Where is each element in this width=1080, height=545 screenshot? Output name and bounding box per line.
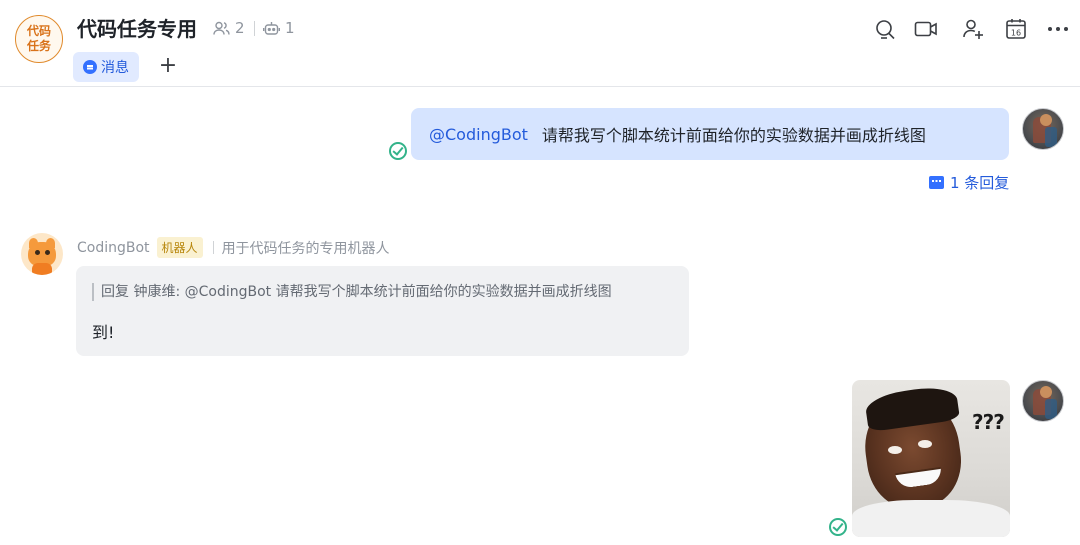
user-message-text: 请帮我写个脚本统计前面给你的实验数据并画成折线图 — [541, 126, 926, 145]
sender-divider — [212, 241, 214, 254]
sticker-question-marks: ??? — [972, 410, 1005, 434]
reply-quote[interactable]: 回复 钟康维: @CodingBot 请帮我写个脚本统计前面给你的实验数据并画成… — [92, 283, 612, 301]
message-tab-icon — [83, 60, 97, 74]
bot-avatar[interactable] — [21, 233, 63, 275]
read-check-icon — [389, 142, 407, 160]
chat-header: 代码 任务 代码任务专用 2 1 消息 + 16 — [0, 0, 1080, 87]
add-member-button[interactable] — [961, 17, 985, 41]
bot-sender-name[interactable]: CodingBot — [77, 240, 150, 256]
search-icon — [876, 20, 895, 40]
more-icon — [1048, 27, 1068, 31]
chat-title[interactable]: 代码任务专用 — [77, 15, 197, 43]
user-avatar[interactable] — [1022, 108, 1064, 150]
mention-link[interactable]: @CodingBot — [429, 125, 528, 144]
bot-message-text: 到! — [92, 323, 115, 342]
calendar-button[interactable]: 16 — [1004, 17, 1028, 41]
bot-description: 用于代码任务的专用机器人 — [221, 240, 390, 257]
bot-count[interactable]: 1 — [263, 19, 295, 37]
tab-messages[interactable]: 消息 — [73, 52, 139, 82]
read-check-icon — [829, 518, 847, 536]
video-call-icon — [914, 21, 937, 37]
search-button[interactable] — [873, 17, 897, 41]
tab-messages-label: 消息 — [101, 60, 129, 76]
more-button[interactable] — [1046, 17, 1070, 41]
members-icon — [213, 21, 230, 35]
calendar-day: 16 — [1011, 29, 1021, 38]
calendar-icon: 16 — [1006, 19, 1026, 39]
user-message-bubble[interactable]: @CodingBot 请帮我写个脚本统计前面给你的实验数据并画成折线图 — [411, 108, 1009, 160]
add-tab-button[interactable]: + — [158, 54, 178, 78]
comment-icon — [929, 176, 944, 189]
group-avatar[interactable]: 代码 任务 — [15, 15, 63, 63]
bot-sender-line: CodingBot 机器人 用于代码任务的专用机器人 — [77, 237, 390, 258]
video-call-button[interactable] — [914, 17, 938, 41]
sticker-image[interactable]: ??? — [852, 380, 1010, 537]
thread-reply-link[interactable]: 1 条回复 — [929, 172, 1009, 193]
user-avatar[interactable] — [1022, 380, 1064, 422]
member-count-value: 2 — [235, 19, 245, 37]
bot-count-value: 1 — [285, 19, 295, 37]
robot-icon — [263, 21, 280, 35]
bot-message-bubble[interactable]: 回复 钟康维: @CodingBot 请帮我写个脚本统计前面给你的实验数据并画成… — [76, 266, 689, 356]
reply-count: 1 条回复 — [950, 174, 1010, 192]
group-avatar-line1: 代码 — [26, 24, 51, 38]
member-count[interactable]: 2 — [213, 19, 245, 37]
bot-badge: 机器人 — [156, 237, 203, 258]
meta-divider — [254, 21, 255, 36]
add-member-icon — [963, 19, 983, 39]
group-avatar-line2: 任务 — [26, 39, 51, 53]
